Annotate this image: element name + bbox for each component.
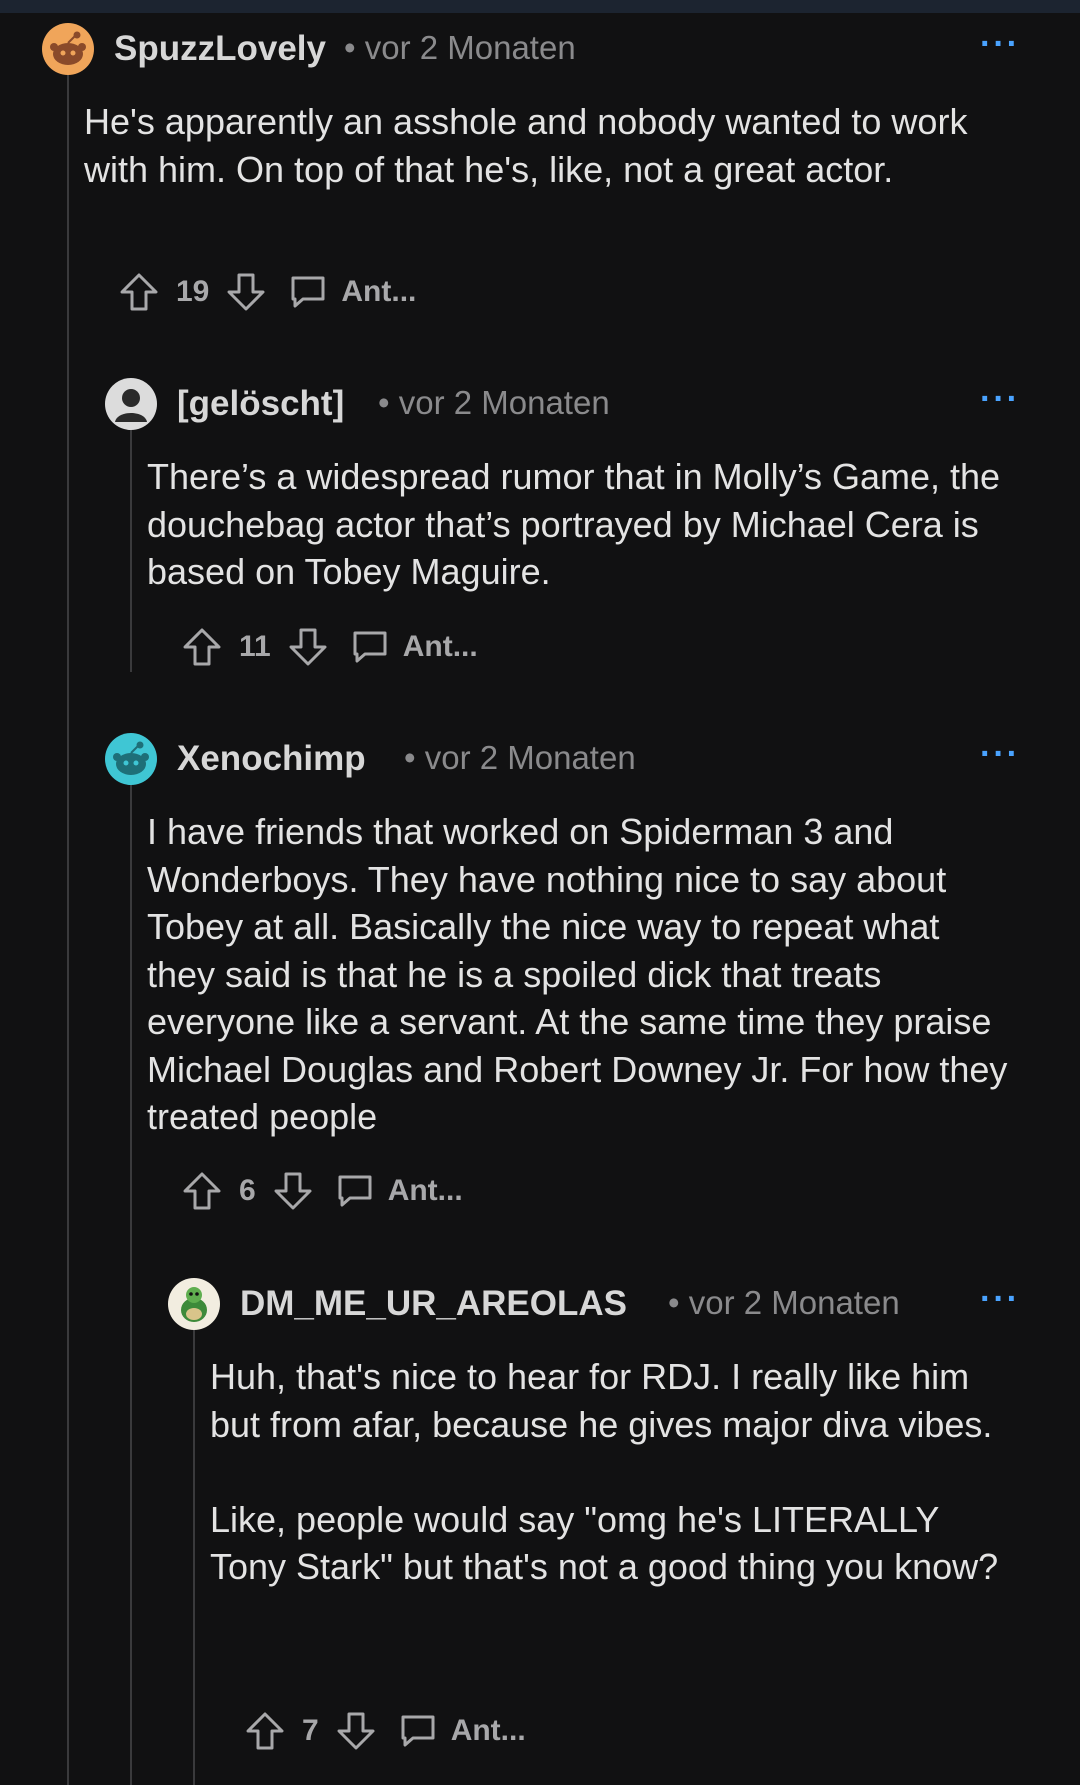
username[interactable]: [gelöscht] bbox=[177, 384, 344, 424]
snoo-avatar-icon bbox=[113, 741, 149, 775]
upvote-icon[interactable] bbox=[118, 271, 160, 313]
reply-button[interactable]: Ant... bbox=[399, 1712, 526, 1750]
timestamp: • vor 2 Monaten bbox=[404, 739, 636, 776]
upvote-icon[interactable] bbox=[244, 1710, 286, 1752]
vote-count: 19 bbox=[176, 275, 210, 308]
comment-actions: 19 Ant... bbox=[118, 267, 416, 317]
comment-body: Huh, that's nice to hear for RDJ. I real… bbox=[210, 1356, 999, 1587]
vote-count: 6 bbox=[239, 1174, 256, 1207]
comment-body: I have friends that worked on Spiderman … bbox=[147, 811, 1008, 1137]
reply-button[interactable]: Ant... bbox=[351, 628, 478, 666]
username[interactable]: DM_ME_UR_AREOLAS bbox=[240, 1284, 627, 1324]
timestamp: • vor 2 Monaten bbox=[378, 384, 610, 421]
downvote-icon[interactable] bbox=[287, 626, 329, 668]
comment-actions: 6 Ant... bbox=[181, 1166, 463, 1216]
reply-bubble-icon bbox=[338, 1175, 372, 1207]
avatar[interactable] bbox=[105, 733, 157, 785]
reply-label: Ant... bbox=[450, 1714, 526, 1747]
snoo-avatar-icon bbox=[50, 31, 86, 65]
comment-header: Xenochimp bbox=[105, 731, 366, 787]
reply-button[interactable]: Ant... bbox=[336, 1172, 463, 1210]
comment-body: There’s a widespread rumor that in Molly… bbox=[147, 456, 1001, 592]
downvote-icon[interactable] bbox=[225, 271, 267, 313]
more-options-icon[interactable]: ··· bbox=[980, 735, 1020, 774]
timestamp: • vor 2 Monaten bbox=[344, 29, 576, 66]
thread-line-level-2b[interactable] bbox=[130, 783, 132, 1785]
username[interactable]: SpuzzLovely bbox=[114, 29, 326, 69]
reply-bubble-icon bbox=[291, 276, 325, 308]
status-bar-strip bbox=[0, 0, 1080, 13]
reply-bubble-icon bbox=[353, 631, 387, 663]
reply-label: Ant... bbox=[387, 1174, 463, 1207]
comment-actions: 11 Ant... bbox=[181, 622, 478, 672]
vote-count: 11 bbox=[239, 630, 271, 663]
username[interactable]: Xenochimp bbox=[177, 739, 366, 779]
vote-count: 7 bbox=[302, 1714, 319, 1747]
more-options-icon[interactable]: ··· bbox=[980, 1280, 1020, 1319]
comment-header: [gelöscht] bbox=[105, 376, 344, 432]
comment-actions: 7 Ant... bbox=[244, 1706, 526, 1756]
reply-label: Ant... bbox=[341, 275, 417, 308]
default-user-icon bbox=[115, 389, 147, 422]
comment-header: DM_ME_UR_AREOLAS bbox=[168, 1276, 627, 1332]
avatar[interactable] bbox=[168, 1278, 220, 1330]
thread-line-level-1[interactable] bbox=[67, 74, 69, 1785]
more-options-icon[interactable]: ··· bbox=[980, 25, 1020, 64]
avatar[interactable] bbox=[105, 378, 157, 430]
more-options-icon[interactable]: ··· bbox=[980, 380, 1020, 419]
turtle-avatar-icon bbox=[181, 1287, 207, 1322]
thread-line-level-3[interactable] bbox=[193, 1330, 195, 1785]
comment-header: SpuzzLovely bbox=[42, 21, 326, 77]
avatar[interactable] bbox=[42, 23, 94, 75]
thread-line-level-2a[interactable] bbox=[130, 428, 132, 672]
downvote-icon[interactable] bbox=[335, 1710, 377, 1752]
reply-bubble-icon bbox=[401, 1715, 435, 1747]
reply-label: Ant... bbox=[402, 630, 478, 663]
comment-body: He's apparently an asshole and nobody wa… bbox=[84, 101, 968, 190]
reply-button[interactable]: Ant... bbox=[289, 273, 416, 311]
upvote-icon[interactable] bbox=[181, 626, 223, 668]
upvote-icon[interactable] bbox=[181, 1170, 223, 1212]
timestamp: • vor 2 Monaten bbox=[668, 1284, 900, 1321]
downvote-icon[interactable] bbox=[272, 1170, 314, 1212]
